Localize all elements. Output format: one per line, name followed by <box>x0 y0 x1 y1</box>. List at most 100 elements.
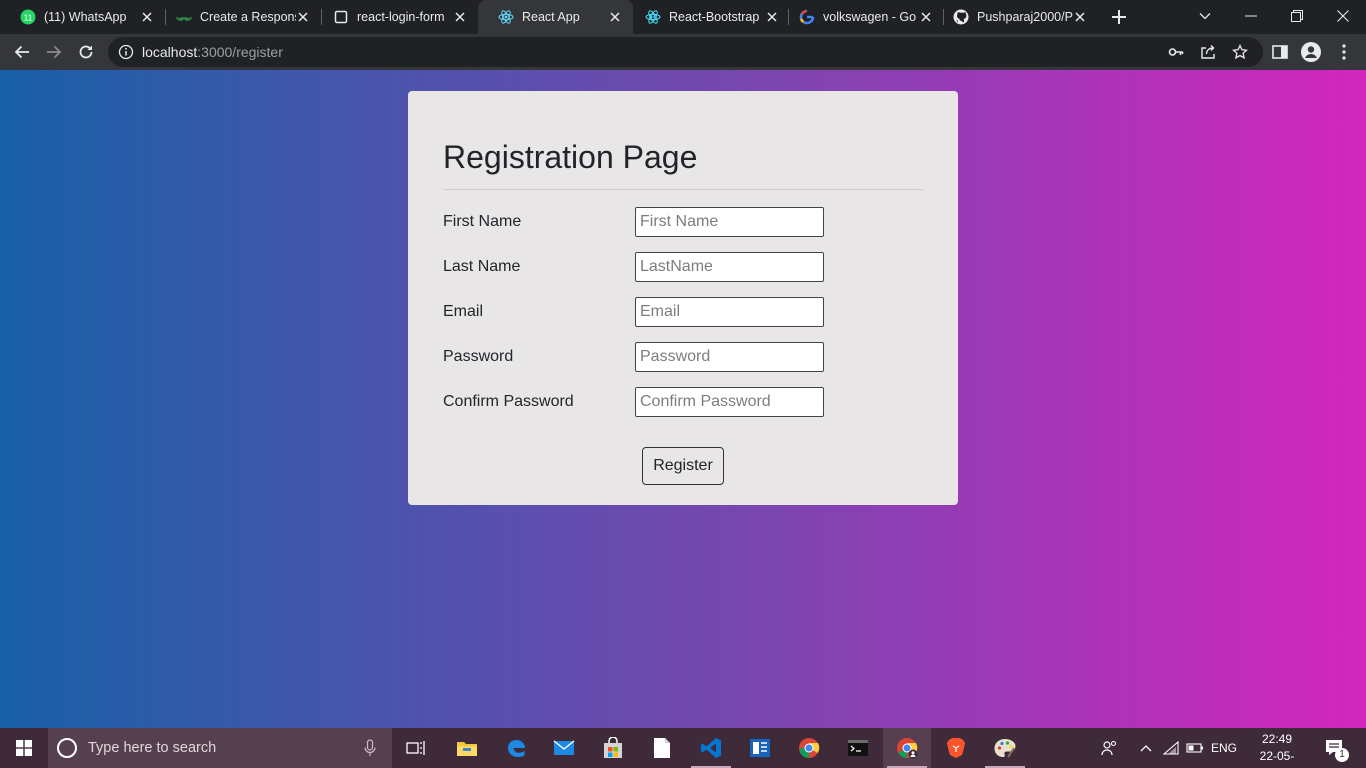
tab-react-login-form[interactable]: react-login-form <box>313 0 478 34</box>
tab-title: React App <box>522 10 580 24</box>
close-tab-icon[interactable] <box>295 9 311 25</box>
email-row: Email <box>443 297 843 327</box>
notepad-app[interactable] <box>638 728 686 768</box>
store-app[interactable] <box>589 728 637 768</box>
tab-title: (11) WhatsApp <box>44 10 127 24</box>
address-bar[interactable]: localhost:3000/register <box>108 37 1263 67</box>
file-explorer-app[interactable] <box>443 728 491 768</box>
back-button[interactable] <box>10 40 34 64</box>
terminal-app[interactable] <box>834 728 882 768</box>
vscode-icon <box>701 738 721 758</box>
react-icon <box>498 9 514 25</box>
site-info-icon[interactable] <box>118 44 134 60</box>
profile-button[interactable] <box>1301 42 1321 62</box>
url-path: :3000/register <box>197 44 283 60</box>
close-tab-icon[interactable] <box>1072 9 1088 25</box>
confirm-password-row: Confirm Password <box>443 387 843 417</box>
reload-icon <box>79 45 93 59</box>
notification-count-badge: 1 <box>1335 748 1349 762</box>
forward-button[interactable] <box>42 40 66 64</box>
task-view-button[interactable] <box>392 728 440 768</box>
windows-logo-icon <box>16 740 32 756</box>
first-name-row: First Name <box>443 207 843 237</box>
people-button[interactable] <box>1098 728 1122 768</box>
calculator-app[interactable] <box>736 728 784 768</box>
first-name-label: First Name <box>443 213 522 230</box>
close-tab-icon[interactable] <box>452 9 468 25</box>
store-icon <box>604 737 622 758</box>
whatsapp-icon: 11 <box>20 9 36 25</box>
close-window-button[interactable] <box>1320 0 1366 32</box>
react-bootstrap-icon: B <box>645 9 661 25</box>
tab-search-button[interactable] <box>1182 0 1228 32</box>
tab-geeksforgeeks[interactable]: Create a Respons <box>156 0 321 34</box>
edge-app[interactable] <box>492 728 540 768</box>
close-tab-icon[interactable] <box>607 9 623 25</box>
action-center-button[interactable]: 1 <box>1318 728 1350 768</box>
paint-app[interactable] <box>981 728 1029 768</box>
taskbar-search-box[interactable]: Type here to search <box>48 728 392 768</box>
microphone-icon[interactable] <box>363 739 377 757</box>
google-icon <box>799 9 815 25</box>
url-text[interactable]: localhost:3000/register <box>142 44 283 60</box>
page-title: Registration Page <box>443 139 698 175</box>
last-name-label: Last Name <box>443 258 521 275</box>
start-button[interactable] <box>0 728 48 768</box>
register-button[interactable]: Register <box>642 447 724 485</box>
new-tab-button[interactable] <box>1110 8 1128 26</box>
chrome-app[interactable] <box>785 728 833 768</box>
tab-react-app[interactable]: React App <box>478 0 633 34</box>
chrome-profile-app[interactable] <box>883 728 931 768</box>
page-background: Registration Page First Name Last Name E… <box>0 70 1366 728</box>
title-divider <box>443 189 923 190</box>
first-name-input[interactable] <box>635 207 824 237</box>
cortana-icon <box>57 738 77 758</box>
arrow-left-icon <box>14 45 29 59</box>
restore-button[interactable] <box>1274 0 1320 32</box>
mail-app[interactable] <box>540 728 588 768</box>
email-input[interactable] <box>635 297 824 327</box>
tab-google-search[interactable]: volkswagen - Go <box>779 0 944 34</box>
tab-github[interactable]: Pushparaj2000/P <box>933 0 1098 34</box>
brave-app[interactable] <box>932 728 980 768</box>
vscode-app[interactable] <box>687 728 735 768</box>
confirm-password-input[interactable] <box>635 387 824 417</box>
tab-title: volkswagen - Go <box>823 10 917 24</box>
minimize-icon <box>1245 15 1257 17</box>
last-name-row: Last Name <box>443 252 843 282</box>
show-hidden-icons-button[interactable] <box>1136 728 1156 768</box>
clock[interactable]: 22:49 22-05-2022 <box>1250 731 1304 768</box>
browser-menu-button[interactable] <box>1334 42 1354 62</box>
tab-strip: 11 (11) WhatsApp Create a Respons react-… <box>0 0 1366 34</box>
svg-text:11: 11 <box>24 13 33 23</box>
tab-whatsapp[interactable]: 11 (11) WhatsApp <box>0 0 165 34</box>
avatar-icon <box>1301 42 1321 62</box>
password-input[interactable] <box>635 342 824 372</box>
side-panel-button[interactable] <box>1270 42 1290 62</box>
folder-icon <box>457 742 477 756</box>
chevron-down-icon <box>1199 13 1211 20</box>
share-icon[interactable] <box>1200 44 1216 60</box>
battery-button[interactable] <box>1184 728 1206 768</box>
language-indicator[interactable]: ENG <box>1208 728 1240 768</box>
close-tab-icon[interactable] <box>918 9 934 25</box>
terminal-icon <box>848 740 868 756</box>
clock-date: 22-05-2022 <box>1259 749 1295 768</box>
reload-button[interactable] <box>74 40 98 64</box>
network-button[interactable] <box>1160 728 1182 768</box>
chrome-icon <box>799 738 820 759</box>
clock-time: 22:49 <box>1261 732 1293 746</box>
key-icon[interactable] <box>1168 44 1184 60</box>
blank-page-icon <box>333 9 349 25</box>
last-name-input[interactable] <box>635 252 824 282</box>
minimize-button[interactable] <box>1228 0 1274 32</box>
close-tab-icon[interactable] <box>139 9 155 25</box>
close-tab-icon[interactable] <box>764 9 780 25</box>
svg-text:B: B <box>650 13 656 22</box>
restore-icon <box>1291 10 1303 22</box>
tab-react-bootstrap[interactable]: B React-Bootstrap <box>625 0 790 34</box>
tab-title: Create a Respons <box>200 10 296 24</box>
bookmark-star-icon[interactable] <box>1231 43 1249 60</box>
password-row: Password <box>443 342 843 372</box>
taskbar: Type here to search ENG 22:49 22-05- 1 <box>0 728 1366 768</box>
